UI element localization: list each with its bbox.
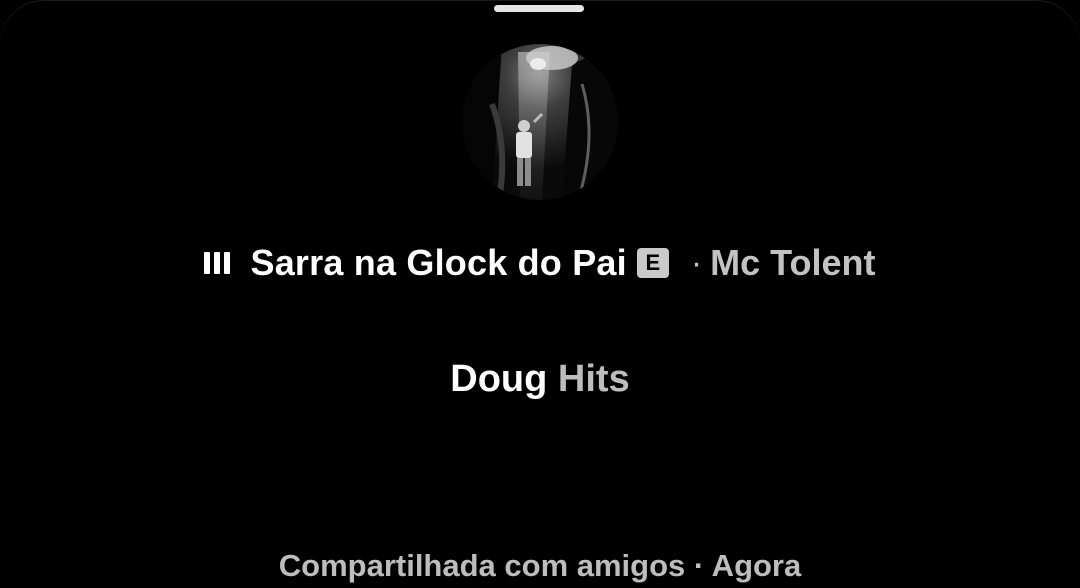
now-playing-track[interactable]: Sarra na Glock do Pai E · Mc Tolent (0, 238, 1080, 288)
sheet-grabber-handle[interactable] (494, 5, 584, 12)
equalizer-bar (224, 252, 231, 274)
equalizer-bars-icon (204, 252, 231, 274)
shared-with-friends-label: Compartilhada com amigos · Agora (278, 548, 802, 583)
album-cover-art (462, 44, 618, 200)
explicit-badge: E (636, 248, 669, 278)
user-name[interactable]: Doug (450, 358, 547, 400)
equalizer-bar (204, 252, 211, 274)
equalizer-bar (214, 252, 221, 274)
separator-dot: · (690, 243, 703, 282)
song-title[interactable]: Sarra na Glock do Pai (250, 242, 626, 284)
user-name-suffix: Hits (557, 358, 630, 400)
artist-name[interactable]: Mc Tolent (710, 242, 875, 284)
album-cover-image[interactable] (462, 44, 618, 200)
bottom-sheet: Sarra na Glock do Pai E · Mc Tolent Doug… (0, 0, 1080, 583)
owner-name-line: Doug Hits (0, 358, 1080, 408)
